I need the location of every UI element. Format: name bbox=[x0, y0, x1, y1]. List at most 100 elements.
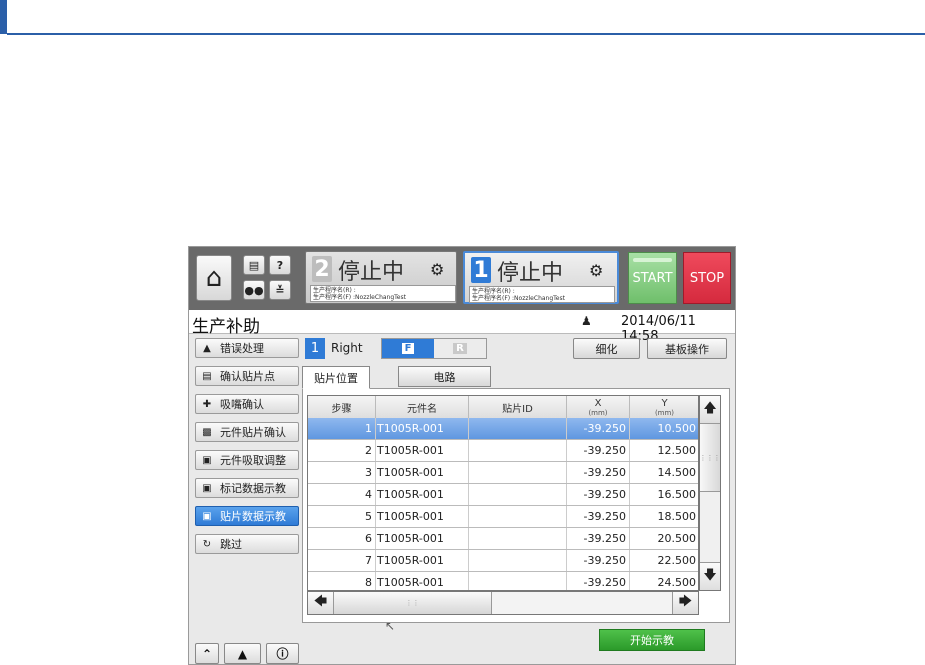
scroll-down-button[interactable]: 🡇 bbox=[700, 562, 720, 590]
column-header-y: Y (mm) bbox=[630, 396, 698, 418]
nav-mark-teach[interactable]: ▣ 标记数据示教 bbox=[195, 478, 299, 498]
table-cell-step: 2 bbox=[308, 440, 376, 461]
column-header-step: 步骤 bbox=[308, 396, 376, 418]
table-cell-step: 4 bbox=[308, 484, 376, 505]
nav-error-handling[interactable]: ▲ 错误处理 bbox=[195, 338, 299, 358]
keyboard-button[interactable]: ▤ bbox=[243, 255, 265, 275]
column-header-part: 元件名 bbox=[376, 396, 469, 418]
table-row[interactable]: 1 T1005R-001 -39.250 10.500 bbox=[308, 418, 698, 440]
table-cell-step: 7 bbox=[308, 550, 376, 571]
machine-2-program: 生产程序名(R) : 生产程序名(F) :NozzleChangTest bbox=[310, 285, 456, 302]
nav-label: 跳过 bbox=[220, 538, 242, 551]
table-cell-y: 14.500 bbox=[630, 462, 698, 483]
nav-label: 标记数据示教 bbox=[220, 482, 286, 495]
table-cell-step: 8 bbox=[308, 572, 376, 590]
board-operation-button[interactable]: 基板操作 bbox=[647, 338, 727, 359]
warning-icon: ▲ bbox=[237, 646, 248, 661]
lane-number: 1 bbox=[305, 338, 325, 359]
table-row[interactable]: 2 T1005R-001 -39.250 12.500 bbox=[308, 440, 698, 462]
table-row[interactable]: 5 T1005R-001 -39.250 18.500 bbox=[308, 506, 698, 528]
table-cell-id bbox=[469, 484, 567, 505]
placement-table: 步骤 元件名 贴片ID X (mm) Y (mm) 1 T1005R-001 -39.2… bbox=[307, 395, 699, 591]
header-bar: ⌂ ▤ ? ●● ≚ 2 停止中 ⚙ 生产程序名(R) : 生产程序名(F) :… bbox=[189, 247, 735, 310]
start-label: START bbox=[632, 270, 673, 286]
front-label: F bbox=[401, 343, 415, 354]
nav-confirm-point[interactable]: ▤ 确认贴片点 bbox=[195, 366, 299, 386]
column-header-id: 贴片ID bbox=[469, 396, 567, 418]
table-cell-x: -39.250 bbox=[567, 506, 630, 527]
table-row[interactable]: 3 T1005R-001 -39.250 14.500 bbox=[308, 462, 698, 484]
table-cell-step: 1 bbox=[308, 418, 376, 439]
mouse-cursor-icon: ↖ bbox=[385, 619, 396, 633]
machine-1-program-r: 生产程序名(R) : bbox=[472, 288, 515, 295]
table-cell-y: 12.500 bbox=[630, 440, 698, 461]
nav-pickup-adjust[interactable]: ▣ 元件吸取调整 bbox=[195, 450, 299, 470]
table-cell-id bbox=[469, 462, 567, 483]
table-row[interactable]: 6 T1005R-001 -39.250 20.500 bbox=[308, 528, 698, 550]
table-cell-y: 16.500 bbox=[630, 484, 698, 505]
nav-label: 吸嘴确认 bbox=[220, 398, 264, 411]
operator-button[interactable]: ●● bbox=[243, 280, 265, 300]
machine-2-number: 2 bbox=[312, 256, 332, 282]
vertical-scrollbar[interactable]: 🡅 ⋮⋮⋮ 🡇 bbox=[699, 395, 721, 591]
table-cell-id bbox=[469, 440, 567, 461]
scroll-right-button[interactable]: 🡆 bbox=[672, 592, 698, 614]
operator-icon: ●● bbox=[244, 283, 264, 297]
front-button[interactable]: F bbox=[382, 339, 434, 358]
machine-2-panel[interactable]: 2 停止中 ⚙ 生产程序名(R) : 生产程序名(F) :NozzleChang… bbox=[305, 251, 457, 304]
top-divider bbox=[7, 33, 925, 35]
collapse-button[interactable]: ⌃ bbox=[195, 643, 219, 664]
pickup-icon: ▣ bbox=[202, 454, 212, 466]
horizontal-scroll-thumb[interactable]: ⋮⋮ bbox=[334, 592, 492, 614]
nav-component-confirm[interactable]: ▩ 元件贴片确认 bbox=[195, 422, 299, 442]
scroll-left-button[interactable]: 🡄 bbox=[308, 592, 334, 614]
start-indicator bbox=[633, 258, 672, 262]
table-cell-x: -39.250 bbox=[567, 550, 630, 571]
table-cell-id bbox=[469, 528, 567, 549]
info-button[interactable]: ⓘ bbox=[266, 643, 299, 664]
table-row[interactable]: 7 T1005R-001 -39.250 22.500 bbox=[308, 550, 698, 572]
machine-1-status: 停止中 bbox=[497, 261, 564, 286]
nav-placement-teach[interactable]: ▣ 贴片数据示教 bbox=[195, 506, 299, 526]
table-cell-id bbox=[469, 506, 567, 527]
rear-button[interactable]: R bbox=[434, 339, 486, 358]
warning-button[interactable]: ▲ bbox=[224, 643, 261, 664]
keyboard-icon: ▤ bbox=[248, 258, 260, 272]
table-cell-id bbox=[469, 572, 567, 590]
help-button[interactable]: ? bbox=[269, 255, 291, 275]
robot-icon: ⚙ bbox=[589, 261, 604, 280]
horizontal-scrollbar[interactable]: 🡄 ⋮⋮ 🡆 bbox=[307, 591, 699, 615]
table-row[interactable]: 4 T1005R-001 -39.250 16.500 bbox=[308, 484, 698, 506]
double-chevron-up-icon: ⌃ bbox=[201, 646, 213, 661]
tab-circuit[interactable]: 电路 bbox=[398, 366, 491, 387]
info-icon: ⓘ bbox=[276, 647, 289, 661]
table-row[interactable]: 8 T1005R-001 -39.250 24.500 bbox=[308, 572, 698, 590]
network-button[interactable]: ≚ bbox=[269, 280, 291, 300]
start-button[interactable]: START bbox=[628, 252, 677, 304]
detail-button[interactable]: 细化 bbox=[573, 338, 640, 359]
table-cell-id bbox=[469, 550, 567, 571]
machine-1-number: 1 bbox=[471, 257, 491, 283]
nav-nozzle-confirm[interactable]: ✚ 吸嘴确认 bbox=[195, 394, 299, 414]
table-cell-part: T1005R-001 bbox=[376, 462, 469, 483]
arrow-up-icon: 🡅 bbox=[703, 400, 717, 416]
nozzle-icon: ✚ bbox=[202, 398, 212, 410]
start-teach-button[interactable]: 开始示教 bbox=[599, 629, 705, 651]
scroll-up-button[interactable]: 🡅 bbox=[700, 396, 720, 424]
table-cell-y: 18.500 bbox=[630, 506, 698, 527]
table-cell-x: -39.250 bbox=[567, 418, 630, 439]
vertical-scroll-thumb[interactable]: ⋮⋮⋮ bbox=[700, 424, 721, 492]
table-cell-part: T1005R-001 bbox=[376, 528, 469, 549]
machine-2-program-f: 生产程序名(F) :NozzleChangTest bbox=[313, 294, 406, 301]
stop-button[interactable]: STOP bbox=[683, 252, 731, 304]
home-button[interactable]: ⌂ bbox=[196, 255, 232, 301]
app-window: ⌂ ▤ ? ●● ≚ 2 停止中 ⚙ 生产程序名(R) : 生产程序名(F) :… bbox=[188, 246, 736, 665]
table-cell-part: T1005R-001 bbox=[376, 506, 469, 527]
nav-skip[interactable]: ↻ 跳过 bbox=[195, 534, 299, 554]
machine-1-panel[interactable]: 1 停止中 ⚙ 生产程序名(R) : 生产程序名(F) :NozzleChang… bbox=[463, 251, 619, 304]
mark-icon: ▣ bbox=[202, 482, 212, 494]
table-header: 步骤 元件名 贴片ID X (mm) Y (mm) bbox=[308, 396, 698, 419]
stop-label: STOP bbox=[689, 270, 725, 286]
confirm-point-icon: ▤ bbox=[202, 370, 212, 382]
tab-placement-position[interactable]: 贴片位置 bbox=[302, 366, 370, 389]
